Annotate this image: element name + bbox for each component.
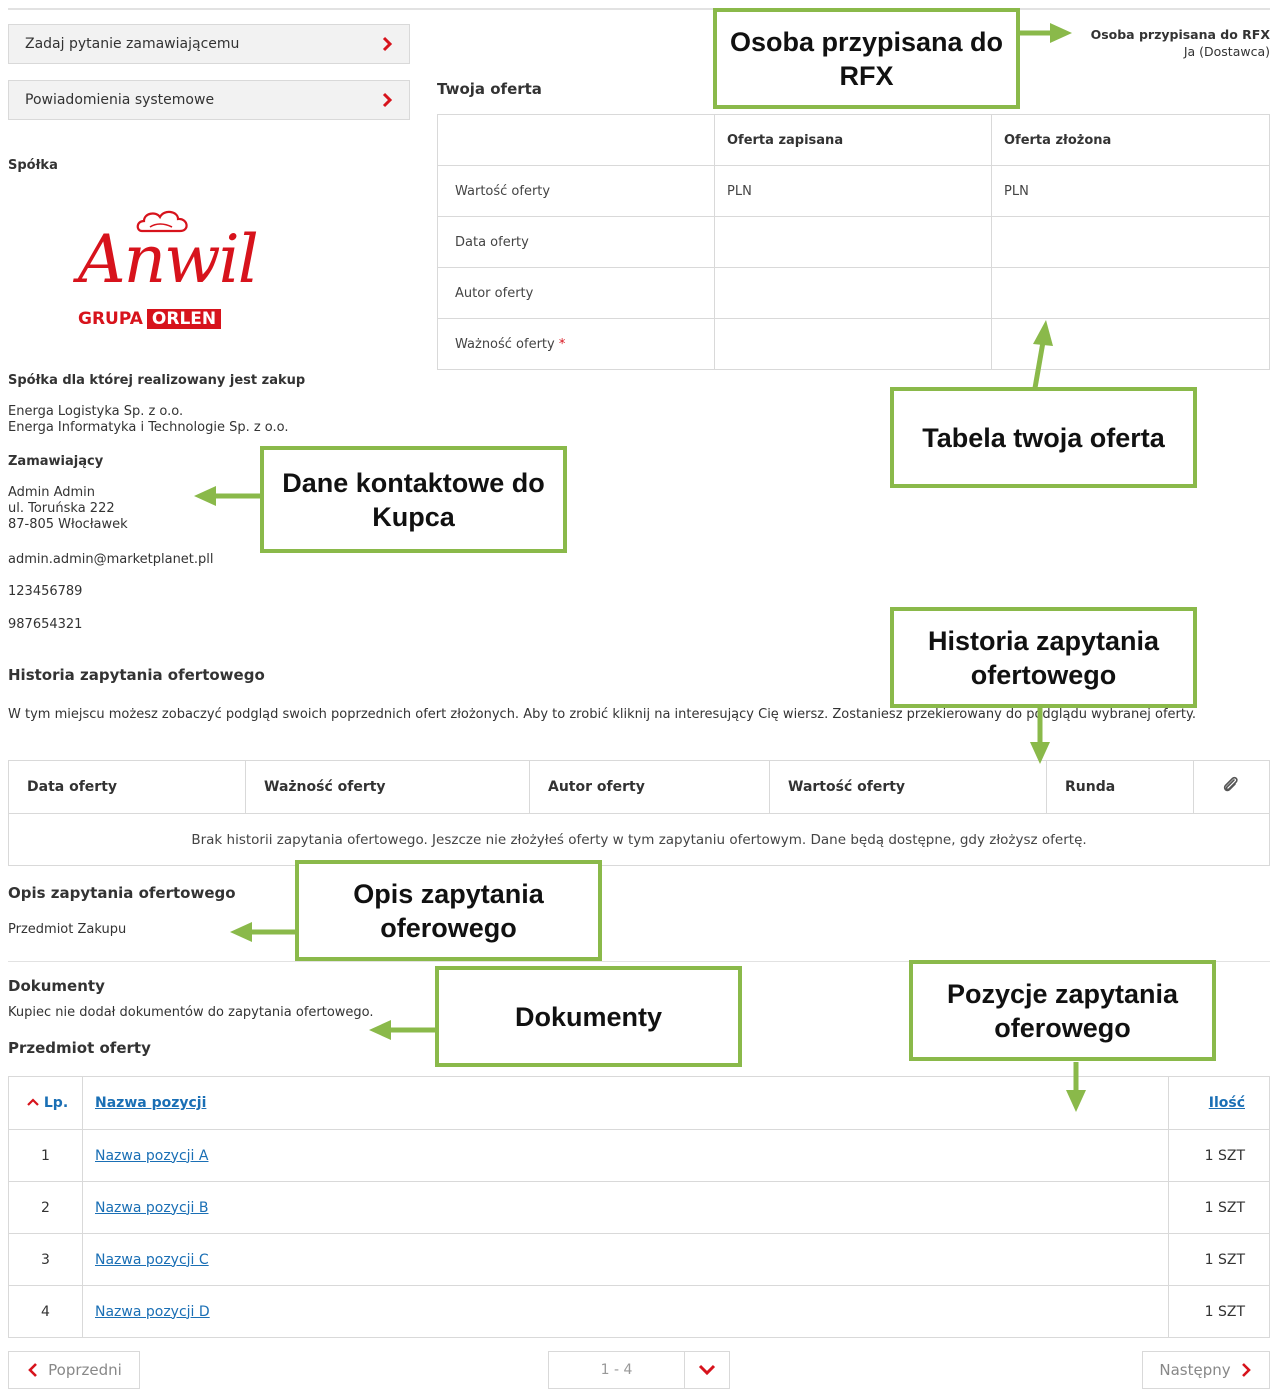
callout-items: Pozycje zapytania oferowego (909, 960, 1216, 1061)
callout-rfx-person: Osoba przypisana do RFX (713, 8, 1020, 109)
callout-history: Historia zapytania ofertowego (890, 607, 1197, 708)
callout-offer-table: Tabela twoja oferta (890, 387, 1197, 488)
callout-buyer-contact: Dane kontaktowe do Kupca (260, 446, 567, 553)
callout-description: Opis zapytania oferowego (295, 860, 602, 961)
callout-documents: Dokumenty (435, 966, 742, 1067)
